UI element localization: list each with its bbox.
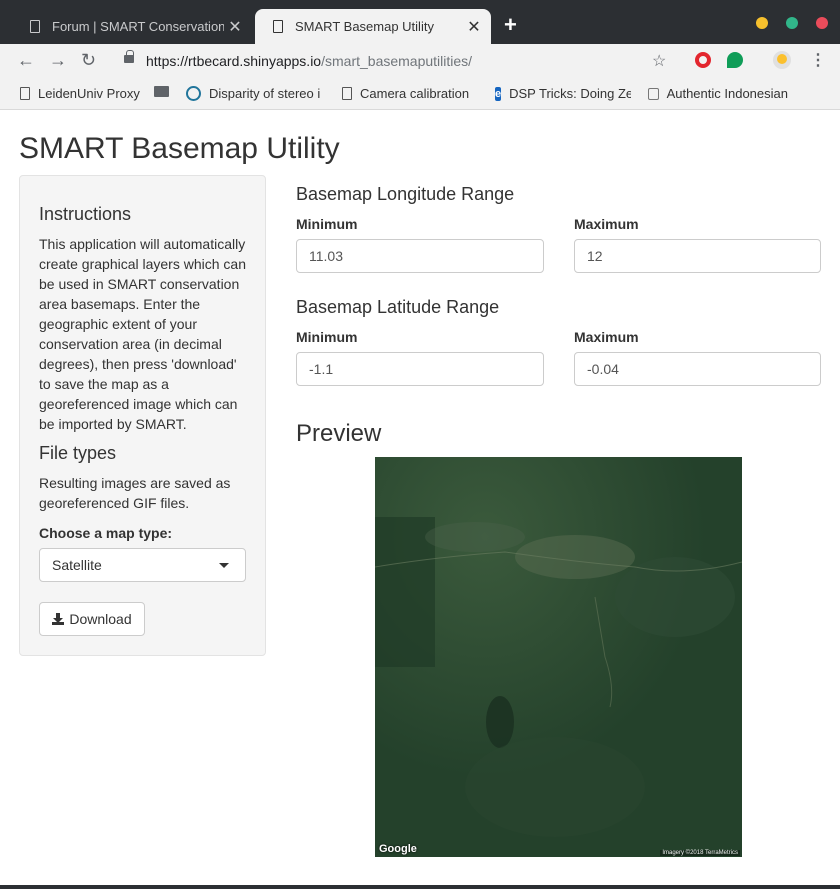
bookmark-disparity[interactable]: Disparity of stereo i bbox=[186, 86, 322, 101]
bookmark-label: DSP Tricks: Doing Ze bbox=[509, 86, 631, 101]
latitude-min-label: Minimum bbox=[296, 329, 358, 345]
close-window-button[interactable] bbox=[816, 17, 828, 29]
back-icon[interactable]: ← bbox=[17, 50, 35, 71]
map-type-value: Satellite bbox=[52, 557, 102, 573]
sidebar-panel: Instructions This application will autom… bbox=[19, 175, 266, 656]
bookmark-authentic-indonesian[interactable]: Authentic Indonesian bbox=[648, 86, 788, 101]
doc-icon bbox=[20, 87, 30, 100]
window-bottom-border bbox=[0, 885, 840, 889]
download-label: Download bbox=[69, 611, 132, 627]
chat-extension-icon[interactable] bbox=[727, 52, 743, 68]
address-bar[interactable]: https://rtbecard.shinyapps.io/smart_base… bbox=[146, 53, 472, 69]
instructions-text: This application will automatically crea… bbox=[39, 236, 246, 432]
close-tab-icon[interactable]: ✕ bbox=[224, 17, 246, 37]
opera-extension-icon[interactable] bbox=[695, 52, 711, 68]
folder-icon bbox=[154, 86, 169, 97]
url-host: https://rtbecard.shinyapps.io bbox=[146, 53, 322, 69]
page-title: SMART Basemap Utility bbox=[19, 132, 340, 165]
bookmark-label: Authentic Indonesian bbox=[666, 86, 788, 101]
weather-extension-icon[interactable] bbox=[773, 51, 791, 69]
close-tab-icon[interactable]: ✕ bbox=[463, 17, 485, 37]
wordpress-icon bbox=[186, 86, 201, 101]
doc-icon bbox=[342, 87, 352, 100]
map-type-select[interactable]: Satellite bbox=[39, 548, 246, 582]
gallery-icon bbox=[648, 87, 659, 100]
new-tab-icon[interactable]: + bbox=[504, 12, 517, 38]
latitude-min-input[interactable]: -1.1 bbox=[296, 352, 544, 386]
tab-bar: Forum | SMART Conservation S ✕ SMART Bas… bbox=[0, 0, 840, 44]
filetypes-text: Resulting images are saved as georeferen… bbox=[39, 475, 231, 511]
bookmark-dsp-tricks[interactable]: e DSP Tricks: Doing Ze bbox=[495, 86, 631, 101]
longitude-min-label: Minimum bbox=[296, 216, 358, 232]
tab-title: SMART Basemap Utility bbox=[295, 19, 434, 34]
filetypes-heading: File types bbox=[39, 443, 117, 463]
page-icon bbox=[273, 20, 283, 33]
bookmark-label: Camera calibration bbox=[360, 86, 470, 101]
bookmarks-bar: LeidenUniv Proxy Disparity of stereo i C… bbox=[0, 79, 840, 110]
lock-icon bbox=[124, 50, 134, 63]
longitude-max-input[interactable]: 12 bbox=[574, 239, 821, 273]
minimize-button[interactable] bbox=[756, 17, 768, 29]
bookmark-label: LeidenUniv Proxy bbox=[38, 86, 140, 101]
download-icon bbox=[52, 613, 65, 625]
longitude-max-label: Maximum bbox=[574, 216, 639, 232]
download-button[interactable]: Download bbox=[39, 602, 145, 636]
google-logo: Google bbox=[379, 843, 417, 855]
tab-smart-basemap[interactable]: SMART Basemap Utility ✕ bbox=[255, 9, 491, 44]
map-attribution: Imagery ©2018 TerraMetrics bbox=[660, 850, 740, 856]
tab-forum[interactable]: Forum | SMART Conservation S ✕ bbox=[12, 9, 252, 44]
menu-icon[interactable]: ⋮ bbox=[810, 50, 826, 70]
bookmark-leidenuniv[interactable]: LeidenUniv Proxy bbox=[20, 86, 140, 101]
reload-icon[interactable]: ↻ bbox=[81, 50, 96, 71]
url-path: /smart_basemaputilities/ bbox=[321, 53, 473, 69]
longitude-heading: Basemap Longitude Range bbox=[296, 184, 515, 204]
map-type-label: Choose a map type: bbox=[39, 525, 173, 541]
page-icon bbox=[30, 20, 40, 33]
e-icon: e bbox=[495, 86, 502, 101]
preview-heading: Preview bbox=[296, 420, 382, 447]
longitude-min-input[interactable]: 11.03 bbox=[296, 239, 544, 273]
bookmark-star-icon[interactable]: ☆ bbox=[652, 51, 666, 71]
tab-title: Forum | SMART Conservation S bbox=[52, 19, 224, 34]
instructions-heading: Instructions bbox=[39, 204, 132, 224]
forward-icon[interactable]: → bbox=[49, 50, 67, 71]
chevron-down-icon bbox=[219, 563, 229, 568]
browser-toolbar: ← → ↻ https://rtbecard.shinyapps.io/smar… bbox=[0, 44, 840, 79]
latitude-max-input[interactable]: -0.04 bbox=[574, 352, 821, 386]
page-content: SMART Basemap Utility Instructions This … bbox=[0, 110, 840, 885]
bookmark-folder[interactable] bbox=[154, 86, 177, 97]
satellite-map-preview: Google Imagery ©2018 TerraMetrics bbox=[375, 457, 742, 857]
latitude-heading: Basemap Latitude Range bbox=[296, 297, 500, 317]
bookmark-label: Disparity of stereo i bbox=[209, 86, 321, 101]
bookmark-camera-calibration[interactable]: Camera calibration bbox=[342, 86, 478, 101]
maximize-button[interactable] bbox=[786, 17, 798, 29]
latitude-max-label: Maximum bbox=[574, 329, 639, 345]
